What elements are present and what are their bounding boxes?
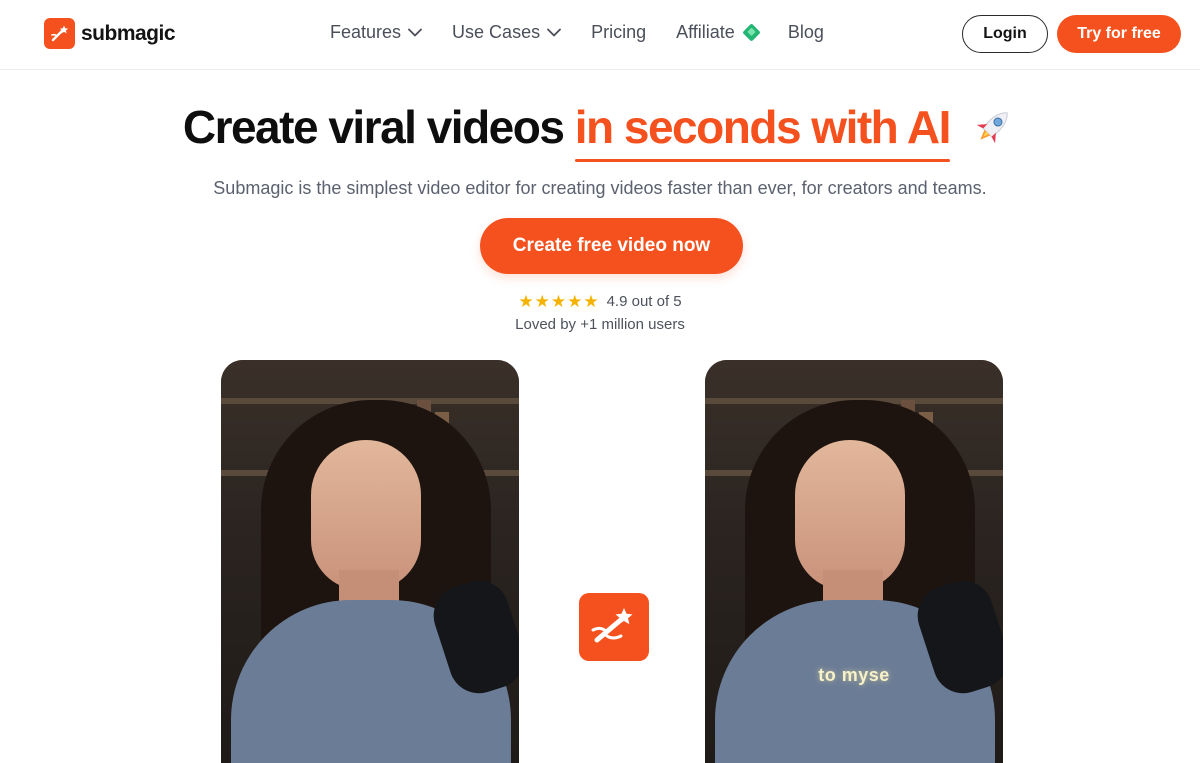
nav-item-label: Blog: [787, 22, 824, 42]
main-nav: Features Use Cases Pricing Affiliate Blo…: [330, 22, 854, 43]
chevron-down-icon: [547, 28, 561, 37]
nav-item-label: Pricing: [591, 22, 647, 42]
loved-by-text: Loved by +1 million users: [515, 316, 685, 333]
star-icon: ★: [567, 292, 583, 311]
try-for-free-button[interactable]: Try for free: [1057, 15, 1181, 53]
chevron-down-icon: [408, 28, 422, 37]
nav-item-use-cases[interactable]: Use Cases: [452, 22, 561, 43]
star-icon: ★: [518, 292, 534, 311]
login-button[interactable]: Login: [962, 15, 1048, 53]
star-icon: ★: [583, 292, 599, 311]
star-icon: ★: [534, 292, 550, 311]
hero-title-main: Create viral videos: [182, 101, 565, 153]
magic-wand-icon: [579, 593, 649, 661]
rating-text: 4.9 out of 5: [606, 293, 682, 310]
person-face: [795, 440, 905, 590]
rating-stars: ★ ★ ★ ★ ★: [518, 293, 598, 310]
star-icon: ★: [550, 292, 567, 311]
nav-item-affiliate[interactable]: Affiliate: [676, 22, 761, 43]
video-after: to myse: [705, 360, 1003, 763]
video-before: [221, 360, 519, 763]
hero-subtitle: Submagic is the simplest video editor fo…: [213, 178, 987, 198]
rating: ★ ★ ★ ★ ★ 4.9 out of 5: [0, 293, 1200, 310]
person-face: [311, 440, 421, 590]
nav-item-features[interactable]: Features: [330, 22, 422, 43]
hero-title-accent: in seconds with AI: [574, 100, 951, 162]
gem-icon: [742, 23, 761, 42]
nav-item-pricing[interactable]: Pricing: [591, 22, 646, 43]
nav-item-label: Features: [330, 22, 402, 42]
rocket-icon: [976, 112, 1008, 144]
video-caption: to myse: [818, 665, 890, 685]
brand-name: submagic: [81, 21, 176, 45]
nav-item-blog[interactable]: Blog: [788, 22, 824, 43]
hero-title: Create viral videos in seconds with AI: [0, 100, 1200, 162]
magic-wand-icon: [44, 18, 75, 49]
brand-logo[interactable]: submagic: [44, 18, 176, 49]
nav-item-label: Use Cases: [452, 22, 541, 42]
top-navbar: submagic Features Use Cases Pricing Affi…: [0, 0, 1200, 70]
nav-item-label: Affiliate: [676, 22, 735, 42]
create-free-video-button[interactable]: Create free video now: [480, 218, 743, 274]
